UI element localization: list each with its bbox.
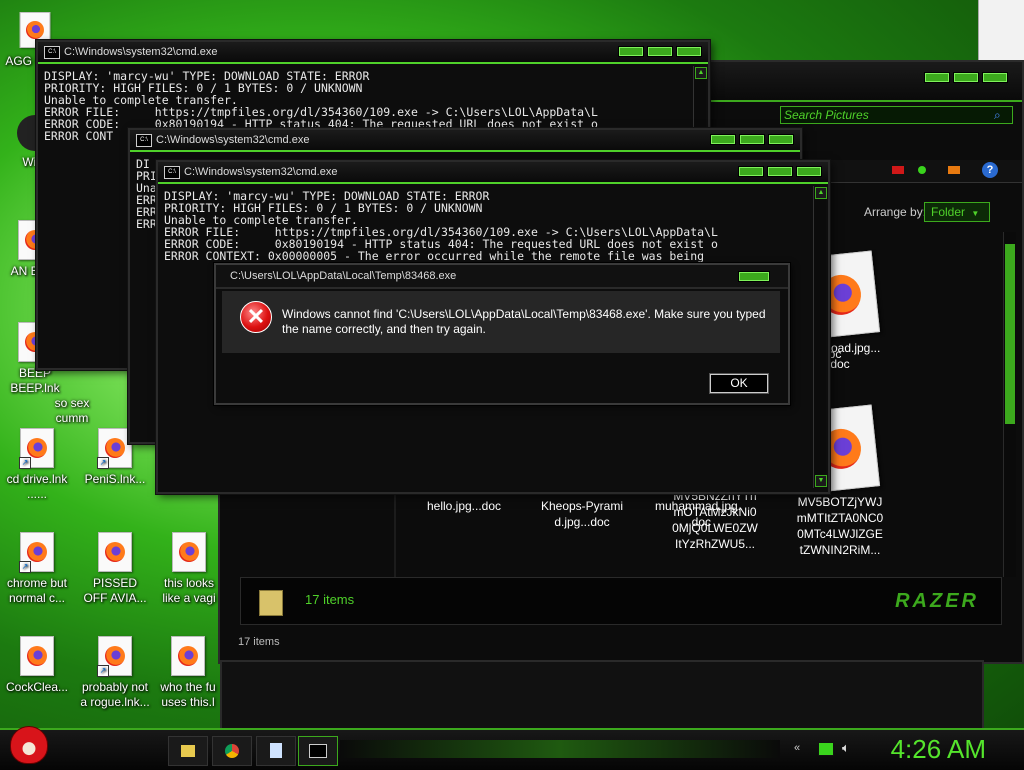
help-icon[interactable]: ? <box>982 162 998 178</box>
taskbar-notepad-icon[interactable] <box>256 736 296 766</box>
file-label: Kheops-Pyrami d.jpg...doc <box>540 499 624 529</box>
desktop-icon-so[interactable]: so sex cumm <box>42 396 102 426</box>
taskbar-explorer-icon[interactable] <box>168 736 208 766</box>
window-title: C:\Windows\system32\cmd.exe <box>156 134 310 146</box>
firefox-doc-icon <box>19 636 55 676</box>
desktop-ruler <box>978 0 1024 60</box>
window-controls[interactable] <box>738 166 822 177</box>
clock[interactable]: 4:26 AM <box>891 734 986 765</box>
taskbar-cmd-icon[interactable] <box>298 736 338 766</box>
background-window-frame <box>220 660 984 730</box>
arrange-by-select[interactable]: Folder ▼ <box>924 202 990 222</box>
desktop-icon-cd-drive[interactable]: ↗ cd drive.lnk ...... <box>2 428 72 502</box>
cmd-icon: C:\ <box>136 134 152 147</box>
cmd-titlebar[interactable]: C:\ C:\Windows\system32\cmd.exe <box>38 42 708 64</box>
dialog-body: ✕ Windows cannot find 'C:\Users\LOL\AppD… <box>222 291 780 353</box>
search-icon[interactable]: ⌕ <box>994 108 1001 123</box>
console-output: DISPLAY: 'marcy-wu' TYPE: DOWNLOAD STATE… <box>158 186 806 266</box>
desktop-icon-label: CockClea... <box>5 680 69 694</box>
dialog-titlebar[interactable]: C:\Users\LOL\AppData\Local\Temp\83468.ex… <box>216 265 788 289</box>
dialog-title: C:\Users\LOL\AppData\Local\Temp\83468.ex… <box>230 270 457 282</box>
desktop-icon-label: PeniS.lnk... <box>84 472 146 486</box>
window-controls[interactable] <box>710 134 794 145</box>
arrange-by-label: Arrange by: <box>864 205 927 219</box>
file-label: MV5BOTZjYWJ mMTItZTA0NC0 0MTc4LWJlZGE tZ… <box>796 495 884 557</box>
window-controls[interactable] <box>618 46 702 57</box>
desktop-icon-label: who the fu uses this.l <box>160 680 216 709</box>
error-icon: ✕ <box>240 301 272 333</box>
file-label: hello.jpg...doc <box>426 499 502 513</box>
firefox-doc-icon <box>97 532 133 572</box>
window-title: C:\Windows\system32\cmd.exe <box>184 166 338 178</box>
arrange-by-value: Folder <box>931 205 966 219</box>
explorer-window-controls[interactable] <box>924 72 1008 83</box>
file-label: muhammad.jpg. ..doc <box>654 499 742 529</box>
cmd-icon: C:\ <box>44 46 60 59</box>
item-count: 17 items <box>305 592 355 607</box>
desktop-icon-label: this looks like a vagi <box>162 576 216 605</box>
explorer-scrollbar[interactable] <box>1003 232 1016 577</box>
cmd-titlebar[interactable]: C:\ C:\Windows\system32\cmd.exe <box>158 162 828 184</box>
cmd-titlebar[interactable]: C:\ C:\Windows\system32\cmd.exe <box>130 130 800 152</box>
red-tag-icon[interactable] <box>892 166 904 174</box>
desktop-icon-this-looks[interactable]: this looks like a vagi <box>158 532 220 606</box>
firefox-doc-icon: ↗ <box>97 636 133 677</box>
tray-arrow-icon[interactable]: « <box>794 742 800 754</box>
orange-tag-icon[interactable] <box>948 166 960 174</box>
firefox-doc-icon: ↗ <box>19 532 55 573</box>
desktop-icon-label: PISSED OFF AVIA... <box>83 576 147 605</box>
error-dialog[interactable]: C:\Users\LOL\AppData\Local\Temp\83468.ex… <box>214 263 790 405</box>
scroll-thumb[interactable] <box>1005 244 1015 424</box>
desktop-icon-probably[interactable]: ↗ probably not a rogue.lnk... <box>80 636 150 710</box>
console-line: ERROR CONTEXT: 0x00000005 - The error oc… <box>164 249 705 263</box>
error-message: Windows cannot find 'C:\Users\LOL\AppDat… <box>282 307 766 336</box>
status-bar-count: 17 items <box>238 636 280 648</box>
search-input[interactable]: Search Pictures <box>780 106 1013 124</box>
ok-button[interactable]: OK <box>710 374 768 393</box>
file-item[interactable]: muhammad.jpg. ..doc <box>648 498 748 530</box>
desktop-icon-label: probably not a rogue.lnk... <box>80 680 150 709</box>
desktop-icon-label: cd drive.lnk ...... <box>6 472 68 501</box>
desktop-icon-label: chrome but normal c... <box>6 576 68 605</box>
dialog-close-button[interactable] <box>738 271 770 282</box>
taskbar-band <box>340 740 780 758</box>
firefox-doc-icon <box>171 532 207 572</box>
taskbar: « 🔈︎ 4:26 AM <box>0 726 1024 770</box>
scroll-down-icon[interactable]: ▼ <box>815 475 827 487</box>
desktop-icon-who[interactable]: who the fu uses this.l <box>156 636 220 710</box>
volume-icon[interactable]: 🔈︎ <box>842 740 850 756</box>
network-icon[interactable] <box>818 742 834 756</box>
firefox-doc-icon: ↗ <box>19 428 55 469</box>
scroll-up-icon[interactable]: ▲ <box>695 67 707 79</box>
desktop-icon-pissed[interactable]: PISSED OFF AVIA... <box>80 532 150 606</box>
file-item[interactable]: Kheops-Pyrami d.jpg...doc <box>532 498 632 530</box>
start-button-angry-bird-icon[interactable] <box>10 726 48 764</box>
green-dot-icon[interactable] <box>918 166 926 174</box>
chevron-down-icon: ▼ <box>971 209 980 218</box>
desktop-icon-chrome-normal[interactable]: ↗ chrome but normal c... <box>2 532 72 606</box>
file-item[interactable]: hello.jpg...doc <box>414 498 514 514</box>
desktop-icon-label: so sex cumm <box>54 396 90 425</box>
firefox-doc-icon <box>170 636 206 676</box>
window-title: C:\Windows\system32\cmd.exe <box>64 46 218 58</box>
scroll-up-icon[interactable]: ▲ <box>815 187 827 199</box>
details-pane: 17 items RAZER <box>240 577 1002 625</box>
taskbar-chrome-icon[interactable] <box>212 736 252 766</box>
console-scrollbar[interactable]: ▲ ▼ <box>813 186 827 488</box>
cmd-icon: C:\ <box>164 166 180 179</box>
desktop-icon-cockclea[interactable]: CockClea... <box>2 636 72 695</box>
razer-logo: RAZER <box>895 590 979 612</box>
folder-icon <box>259 590 283 616</box>
